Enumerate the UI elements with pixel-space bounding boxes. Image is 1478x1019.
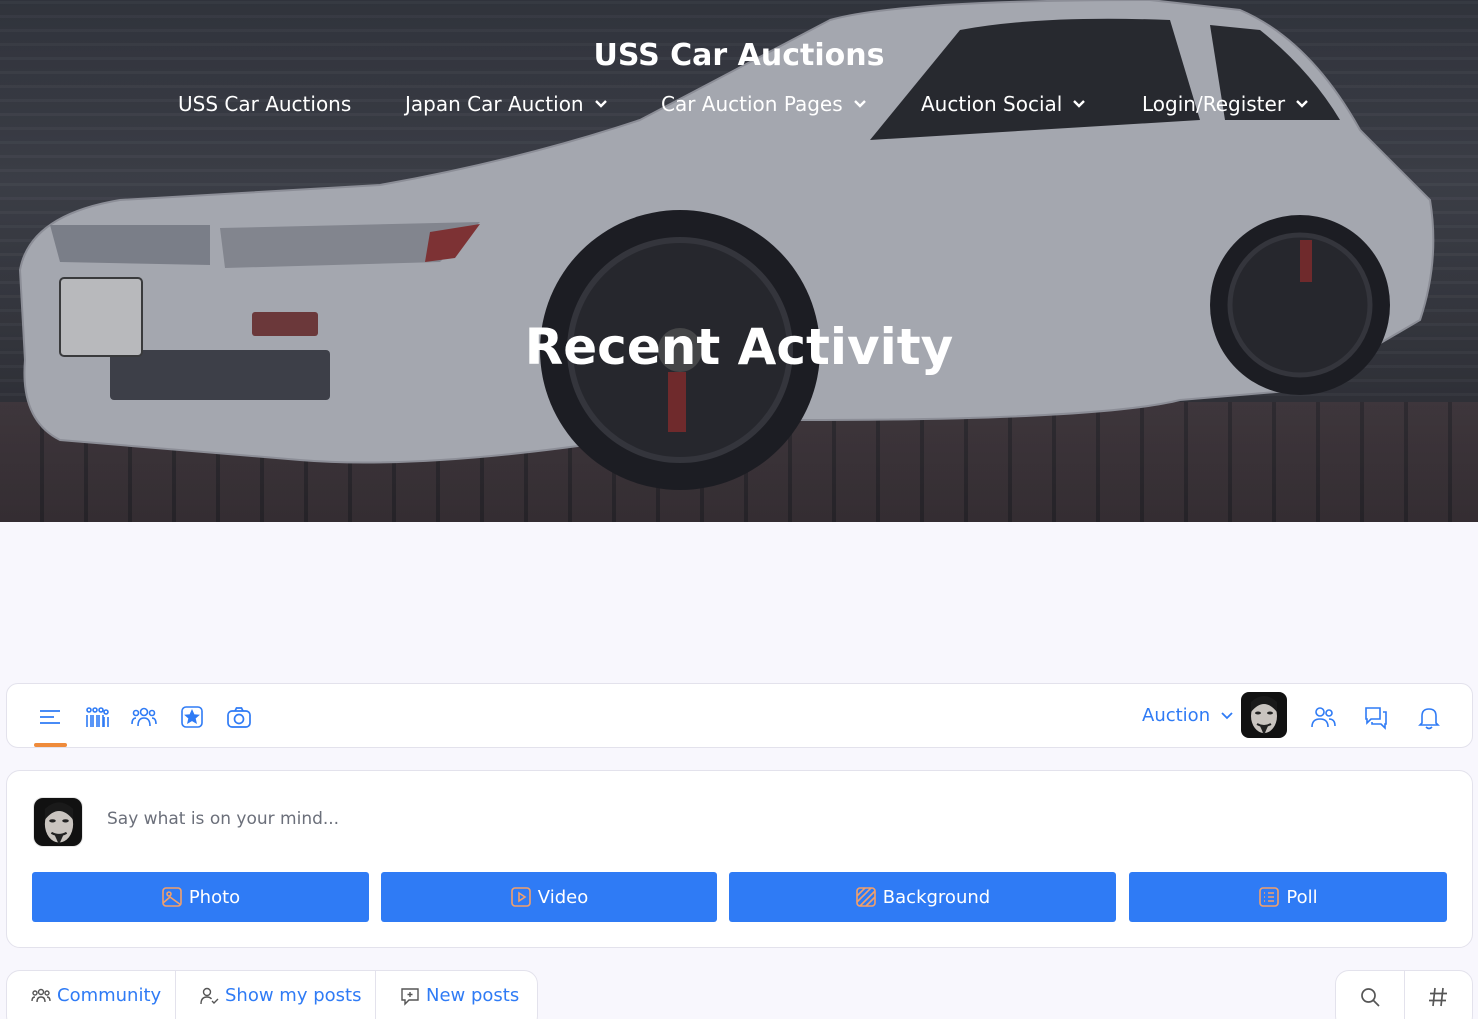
nav-item-auction-social[interactable]: Auction Social: [921, 92, 1086, 116]
active-tab-indicator: [34, 743, 67, 747]
poll-icon: [1259, 887, 1280, 907]
site-title[interactable]: USS Car Auctions: [0, 38, 1478, 73]
hero-overlay: [0, 0, 1478, 522]
chevron-down-icon: [853, 100, 866, 108]
background-button[interactable]: Background: [729, 872, 1116, 922]
tab-divider: [375, 971, 376, 1019]
poll-button-label: Poll: [1286, 886, 1318, 908]
favorites-icon[interactable]: [178, 703, 206, 731]
groups-icon[interactable]: [83, 703, 111, 731]
nav-item-label: Japan Car Auction: [405, 92, 584, 116]
user-icon: [200, 987, 219, 1004]
feed-tools: [1335, 970, 1473, 1019]
friends-icon[interactable]: [1309, 703, 1337, 731]
nav-item-japan-car-auction[interactable]: Japan Car Auction: [405, 92, 608, 116]
nav-item-login-register[interactable]: Login/Register: [1142, 92, 1309, 116]
activity-toolbar: Auction: [6, 683, 1473, 748]
post-composer: Photo Video Background Poll: [6, 770, 1473, 948]
tab-divider: [1404, 971, 1405, 1019]
activity-feed-icon[interactable]: [36, 703, 64, 731]
nav-item-label: Login/Register: [1142, 92, 1286, 116]
camera-icon[interactable]: [225, 703, 253, 731]
poll-button[interactable]: Poll: [1129, 872, 1447, 922]
messages-icon[interactable]: [1362, 703, 1390, 731]
members-icon[interactable]: [130, 703, 158, 731]
avatar[interactable]: [33, 797, 83, 847]
hashtag-icon[interactable]: [1426, 985, 1450, 1009]
background-icon: [855, 887, 876, 907]
nav-item-label: USS Car Auctions: [178, 92, 352, 116]
new-posts-icon: [401, 987, 419, 1006]
photo-button[interactable]: Photo: [32, 872, 369, 922]
nav-item-label: Auction Social: [921, 92, 1063, 116]
tab-label: Show my posts: [225, 985, 362, 1006]
chevron-down-icon: [1073, 100, 1086, 108]
post-input[interactable]: [107, 809, 1407, 829]
hero-banner: USS Car Auctions USS Car Auctions Japan …: [0, 0, 1478, 522]
photo-icon: [162, 887, 182, 907]
chevron-down-icon: [1296, 100, 1308, 108]
video-icon: [510, 887, 531, 907]
nav-item-car-auction-pages[interactable]: Car Auction Pages: [661, 92, 867, 116]
tab-label: Community: [57, 985, 162, 1006]
search-icon[interactable]: [1358, 985, 1382, 1009]
tab-divider: [175, 971, 176, 1019]
feed-filter-tabs: Community Show my posts New posts: [6, 970, 538, 1019]
tab-show-my-posts[interactable]: Show my posts: [199, 985, 361, 1006]
photo-button-label: Photo: [188, 886, 241, 908]
nav-item-label: Car Auction Pages: [661, 92, 843, 116]
video-button-label: Video: [537, 886, 589, 908]
page-title: Recent Activity: [524, 318, 954, 376]
chevron-down-icon: [594, 100, 607, 108]
notifications-icon[interactable]: [1415, 703, 1443, 731]
community-icon: [31, 988, 51, 1002]
tab-community[interactable]: Community: [31, 985, 161, 1006]
background-button-label: Background: [882, 886, 991, 908]
main-nav: USS Car Auctions Japan Car Auction Car A…: [0, 92, 1478, 122]
chevron-down-icon: [1221, 711, 1233, 719]
avatar[interactable]: [1241, 692, 1287, 738]
tab-label: New posts: [426, 985, 520, 1006]
auction-dropdown[interactable]: Auction: [1142, 705, 1234, 726]
nav-item-uss-car-auctions[interactable]: USS Car Auctions: [178, 92, 351, 116]
video-button[interactable]: Video: [381, 872, 717, 922]
auction-dropdown-label: Auction: [1142, 705, 1211, 726]
tab-new-posts[interactable]: New posts: [400, 985, 519, 1006]
